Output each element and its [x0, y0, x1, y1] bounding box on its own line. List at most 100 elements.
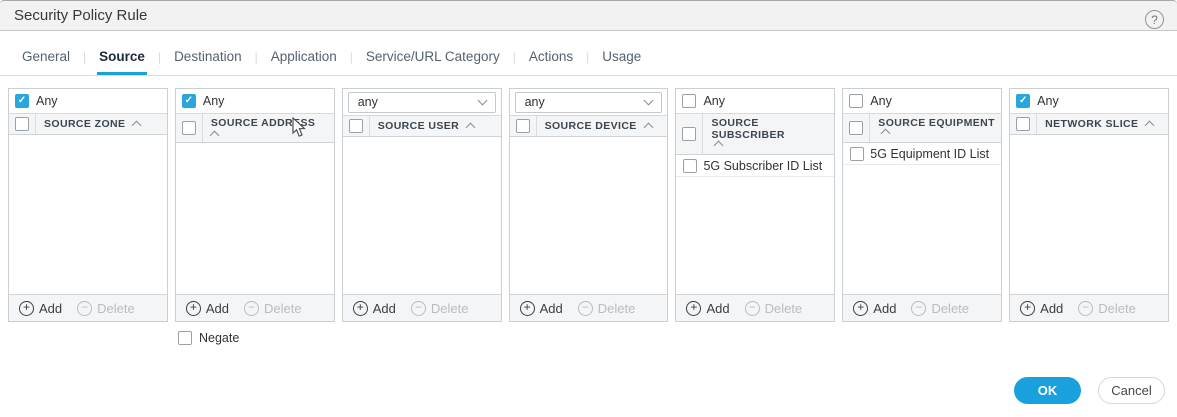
subscriber-item-checkbox[interactable]: [683, 159, 697, 173]
minus-icon: −: [745, 301, 760, 316]
source-device-header[interactable]: SOURCE DEVICE: [510, 115, 668, 137]
column-source-equipment: Any SOURCE EQUIPMENT 5G Equipment ID Lis…: [842, 88, 1002, 322]
tab-bar: General | Source | Destination | Applica…: [0, 31, 1177, 76]
source-address-header[interactable]: SOURCE ADDRESS: [176, 113, 334, 143]
source-address-any-label: Any: [203, 94, 225, 108]
column-source-zone: ✓ Any SOURCE ZONE +Add −Delete: [8, 88, 168, 322]
tab-separator: |: [72, 50, 97, 75]
sort-asc-icon: [881, 129, 891, 139]
source-subscriber-select-all-checkbox[interactable]: [682, 127, 696, 141]
negate-label: Negate: [199, 331, 239, 345]
tab-service-url-category[interactable]: Service/URL Category: [364, 49, 502, 75]
plus-icon: +: [1020, 301, 1035, 316]
tab-actions[interactable]: Actions: [527, 49, 575, 75]
sort-asc-icon: [714, 141, 724, 151]
source-equipment-header[interactable]: SOURCE EQUIPMENT: [843, 113, 1001, 143]
check-icon: ✓: [185, 96, 193, 106]
tab-application[interactable]: Application: [269, 49, 339, 75]
minus-icon: −: [578, 301, 593, 316]
ok-button[interactable]: OK: [1014, 377, 1081, 404]
source-user-delete-button[interactable]: −Delete: [411, 301, 469, 316]
check-icon: ✓: [1019, 96, 1027, 106]
minus-icon: −: [77, 301, 92, 316]
source-address-any-checkbox[interactable]: ✓: [182, 94, 196, 108]
source-user-dropdown-value: any: [358, 95, 378, 109]
help-icon[interactable]: ?: [1145, 10, 1164, 29]
tab-usage[interactable]: Usage: [600, 49, 643, 75]
negate-option[interactable]: Negate: [178, 331, 239, 345]
source-address-add-button[interactable]: +Add: [186, 301, 229, 316]
source-device-add-button[interactable]: +Add: [520, 301, 563, 316]
source-subscriber-delete-button[interactable]: −Delete: [745, 301, 803, 316]
tab-separator: |: [244, 50, 269, 75]
dialog-title-bar: Security Policy Rule: [0, 0, 1177, 31]
negate-checkbox[interactable]: [178, 331, 192, 345]
minus-icon: −: [244, 301, 259, 316]
source-zone-any-row: ✓ Any: [9, 89, 167, 113]
source-zone-delete-button[interactable]: −Delete: [77, 301, 135, 316]
source-user-add-button[interactable]: +Add: [353, 301, 396, 316]
chevron-down-icon: [477, 96, 487, 106]
source-address-any-row: ✓ Any: [176, 89, 334, 113]
source-zone-any-checkbox[interactable]: ✓: [15, 94, 29, 108]
source-device-delete-button[interactable]: −Delete: [578, 301, 636, 316]
dialog-title: Security Policy Rule: [14, 7, 147, 24]
tab-general[interactable]: General: [20, 49, 72, 75]
source-equipment-header-label: SOURCE EQUIPMENT: [878, 117, 995, 129]
source-user-list: [343, 137, 501, 294]
network-slice-select-all-checkbox[interactable]: [1016, 117, 1030, 131]
network-slice-any-label: Any: [1037, 94, 1059, 108]
column-source-subscriber: Any SOURCE SUBSCRIBER 5G Subscriber ID L…: [675, 88, 835, 322]
plus-icon: +: [353, 301, 368, 316]
network-slice-any-row: ✓ Any: [1010, 89, 1168, 113]
tab-separator: |: [339, 50, 364, 75]
column-network-slice: ✓ Any NETWORK SLICE +Add −Delete: [1009, 88, 1169, 322]
column-source-user: any SOURCE USER +Add −Delete: [342, 88, 502, 322]
source-subscriber-any-label: Any: [703, 94, 725, 108]
source-user-select-all-checkbox[interactable]: [349, 119, 363, 133]
source-equipment-any-checkbox[interactable]: [849, 94, 863, 108]
source-user-header[interactable]: SOURCE USER: [343, 115, 501, 137]
source-subscriber-header[interactable]: SOURCE SUBSCRIBER: [676, 113, 834, 155]
source-equipment-select-all-checkbox[interactable]: [849, 121, 863, 135]
source-equipment-delete-button[interactable]: −Delete: [911, 301, 969, 316]
cancel-button[interactable]: Cancel: [1098, 377, 1165, 404]
tab-source[interactable]: Source: [97, 49, 147, 75]
network-slice-delete-button[interactable]: −Delete: [1078, 301, 1136, 316]
source-columns: ✓ Any SOURCE ZONE +Add −Delete ✓ Any SOU…: [8, 88, 1169, 322]
sort-asc-icon: [209, 131, 219, 141]
equipment-item-checkbox[interactable]: [850, 147, 864, 161]
source-equipment-list: 5G Equipment ID List: [843, 143, 1001, 294]
chevron-down-icon: [644, 96, 654, 106]
list-item[interactable]: 5G Subscriber ID List: [676, 155, 834, 177]
source-address-header-label: SOURCE ADDRESS: [211, 117, 315, 129]
dialog-actions: OK Cancel: [1014, 377, 1165, 404]
minus-icon: −: [911, 301, 926, 316]
source-device-select-all-checkbox[interactable]: [516, 119, 530, 133]
list-item[interactable]: 5G Equipment ID List: [843, 143, 1001, 165]
sort-asc-icon: [1145, 121, 1155, 131]
tab-separator: |: [147, 50, 172, 75]
source-zone-add-button[interactable]: +Add: [19, 301, 62, 316]
source-user-dropdown[interactable]: any: [348, 92, 496, 113]
source-zone-select-all-checkbox[interactable]: [15, 117, 29, 131]
source-device-dropdown[interactable]: any: [515, 92, 663, 113]
source-address-select-all-checkbox[interactable]: [182, 121, 196, 135]
minus-icon: −: [411, 301, 426, 316]
network-slice-header[interactable]: NETWORK SLICE: [1010, 113, 1168, 135]
source-address-delete-button[interactable]: −Delete: [244, 301, 302, 316]
column-source-address: ✓ Any SOURCE ADDRESS +Add −Delete: [175, 88, 335, 322]
source-equipment-any-row: Any: [843, 89, 1001, 113]
list-item-label: 5G Subscriber ID List: [703, 159, 822, 173]
plus-icon: +: [686, 301, 701, 316]
source-equipment-add-button[interactable]: +Add: [853, 301, 896, 316]
source-subscriber-add-button[interactable]: +Add: [686, 301, 729, 316]
plus-icon: +: [186, 301, 201, 316]
tab-destination[interactable]: Destination: [172, 49, 244, 75]
network-slice-add-button[interactable]: +Add: [1020, 301, 1063, 316]
network-slice-any-checkbox[interactable]: ✓: [1016, 94, 1030, 108]
source-zone-header-label: SOURCE ZONE: [44, 118, 125, 130]
network-slice-list: [1010, 135, 1168, 294]
source-subscriber-any-checkbox[interactable]: [682, 94, 696, 108]
source-zone-header[interactable]: SOURCE ZONE: [9, 113, 167, 135]
